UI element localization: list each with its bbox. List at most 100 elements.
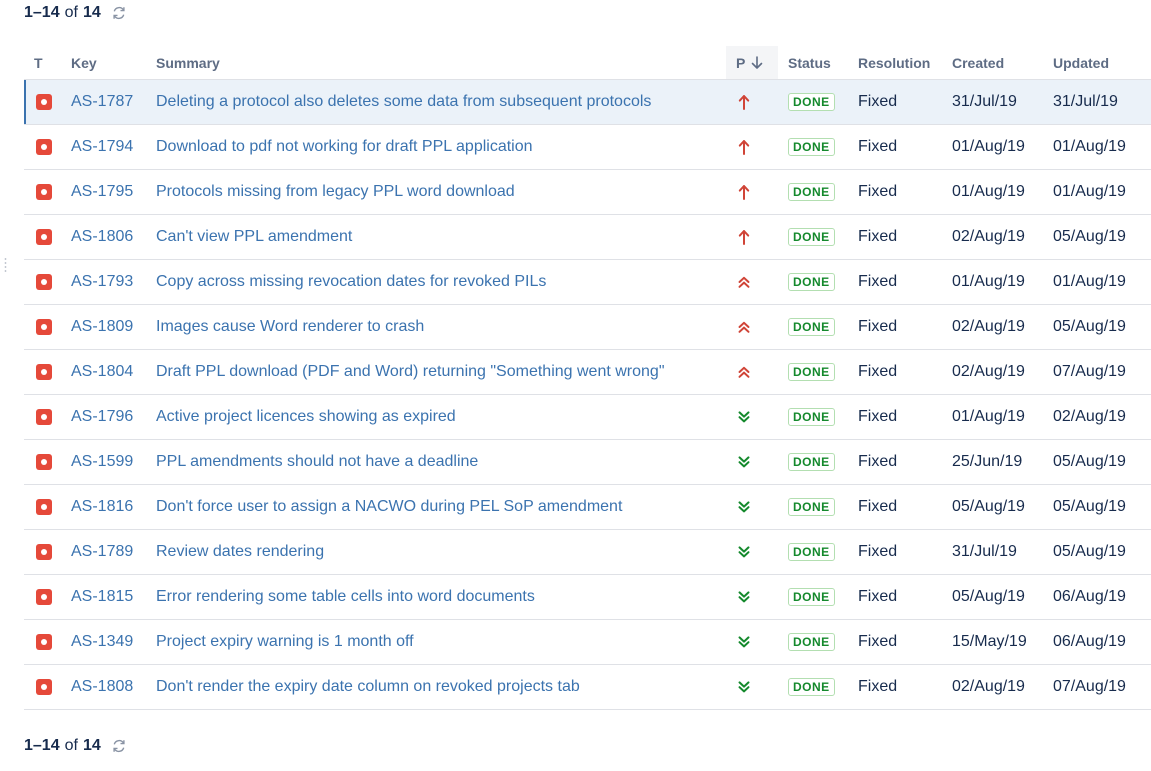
issue-summary-link[interactable]: Can't view PPL amendment — [146, 228, 352, 245]
updated-date: 01/Aug/19 — [1053, 273, 1126, 290]
issue-key-link[interactable]: AS-1789 — [61, 543, 133, 560]
column-header-resolution[interactable]: Resolution — [848, 46, 942, 80]
priority-cell — [726, 79, 778, 125]
issue-key-link[interactable]: AS-1349 — [61, 633, 133, 650]
table-row[interactable]: AS-1796 Active project licences showing a… — [24, 394, 1151, 440]
table-row[interactable]: AS-1599 PPL amendments should not have a … — [24, 439, 1151, 485]
created-date: 31/Jul/19 — [952, 543, 1017, 560]
issue-summary-link[interactable]: Active project licences showing as expir… — [146, 408, 456, 425]
updated-date: 05/Aug/19 — [1053, 498, 1126, 515]
type-cell — [24, 124, 61, 170]
issue-key-link[interactable]: AS-1815 — [61, 588, 133, 605]
status-badge: DONE — [788, 633, 835, 651]
bug-icon — [36, 678, 52, 695]
issue-summary-link[interactable]: Review dates rendering — [146, 543, 324, 560]
column-header-created[interactable]: Created — [942, 46, 1043, 80]
issue-summary-link[interactable]: Copy across missing revocation dates for… — [146, 273, 546, 290]
status-badge: DONE — [788, 228, 835, 246]
table-row[interactable]: AS-1816 Don't force user to assign a NACW… — [24, 484, 1151, 530]
status-badge: DONE — [788, 93, 835, 111]
column-header-type[interactable]: T — [24, 46, 61, 80]
issue-summary-link[interactable]: Draft PPL download (PDF and Word) return… — [146, 363, 665, 380]
issue-summary-link[interactable]: Project expiry warning is 1 month off — [146, 633, 414, 650]
pager-total: 14 — [82, 4, 101, 21]
table-row[interactable]: AS-1795 Protocols missing from legacy PPL… — [24, 169, 1151, 215]
table-row[interactable]: AS-1349 Project expiry warning is 1 month… — [24, 619, 1151, 665]
issue-summary-link[interactable]: Error rendering some table cells into wo… — [146, 588, 535, 605]
issue-key-link[interactable]: AS-1794 — [61, 138, 133, 155]
pager-range: 1–14 — [24, 4, 60, 21]
issue-key-link[interactable]: AS-1795 — [61, 183, 133, 200]
created-date: 02/Aug/19 — [952, 318, 1025, 335]
issue-key-link[interactable]: AS-1809 — [61, 318, 133, 335]
priority-cell — [726, 619, 778, 665]
table-row[interactable]: AS-1815 Error rendering some table cells … — [24, 574, 1151, 620]
table-row[interactable]: AS-1787 Deleting a protocol also deletes … — [24, 79, 1151, 125]
table-row[interactable]: AS-1804 Draft PPL download (PDF and Word)… — [24, 349, 1151, 395]
resolution-text: Fixed — [858, 363, 898, 380]
table-row[interactable]: AS-1809 Images cause Word renderer to cra… — [24, 304, 1151, 350]
issue-summary-link[interactable]: Don't render the expiry date column on r… — [146, 678, 580, 695]
low-double-chevron-icon — [726, 544, 752, 560]
resolution-text: Fixed — [858, 408, 898, 425]
status-badge: DONE — [788, 453, 835, 471]
type-cell — [24, 484, 61, 530]
summary-cell: Deleting a protocol also deletes some da… — [146, 79, 726, 125]
created-date: 31/Jul/19 — [952, 93, 1017, 110]
updated-date: 31/Jul/19 — [1053, 93, 1118, 110]
pager-of: of — [64, 4, 78, 21]
column-resize-grip-icon[interactable] — [4, 257, 7, 273]
table-row[interactable]: AS-1808 Don't render the expiry date colu… — [24, 664, 1151, 710]
resolution-cell: Fixed — [848, 169, 942, 215]
summary-cell: Error rendering some table cells into wo… — [146, 574, 726, 620]
issue-summary-link[interactable]: Protocols missing from legacy PPL word d… — [146, 183, 515, 200]
status-cell: DONE — [778, 214, 848, 260]
updated-cell: 05/Aug/19 — [1043, 529, 1151, 575]
highest-arrow-icon — [726, 139, 752, 155]
issue-key-link[interactable]: AS-1787 — [61, 93, 133, 110]
priority-cell — [726, 574, 778, 620]
status-cell: DONE — [778, 169, 848, 215]
summary-cell: Project expiry warning is 1 month off — [146, 619, 726, 665]
table-row[interactable]: AS-1794 Download to pdf not working for d… — [24, 124, 1151, 170]
issue-key-link[interactable]: AS-1796 — [61, 408, 133, 425]
refresh-icon[interactable] — [111, 5, 127, 21]
created-cell: 01/Aug/19 — [942, 394, 1043, 440]
refresh-icon[interactable] — [111, 738, 127, 754]
issue-key-link[interactable]: AS-1804 — [61, 363, 133, 380]
table-row[interactable]: AS-1789 Review dates rendering DONE Fixed 31… — [24, 529, 1151, 575]
column-header-priority[interactable]: P — [726, 46, 778, 80]
resolution-text: Fixed — [858, 183, 898, 200]
table-row[interactable]: AS-1806 Can't view PPL amendment DONE Fixed… — [24, 214, 1151, 260]
bug-icon — [36, 228, 52, 245]
updated-date: 01/Aug/19 — [1053, 183, 1126, 200]
issue-summary-link[interactable]: PPL amendments should not have a deadlin… — [146, 453, 478, 470]
issue-summary-link[interactable]: Download to pdf not working for draft PP… — [146, 138, 533, 155]
issue-key-link[interactable]: AS-1599 — [61, 453, 133, 470]
issue-summary-link[interactable]: Don't force user to assign a NACWO durin… — [146, 498, 622, 515]
issue-summary-link[interactable]: Deleting a protocol also deletes some da… — [146, 93, 651, 110]
column-header-updated[interactable]: Updated — [1043, 46, 1151, 80]
column-header-status[interactable]: Status — [778, 46, 848, 80]
bug-icon — [36, 363, 52, 380]
column-header-key[interactable]: Key — [61, 46, 146, 80]
issue-key-link[interactable]: AS-1806 — [61, 228, 133, 245]
table-row[interactable]: AS-1793 Copy across missing revocation da… — [24, 259, 1151, 305]
issue-key-link[interactable]: AS-1808 — [61, 678, 133, 695]
created-cell: 02/Aug/19 — [942, 214, 1043, 260]
priority-cell — [726, 349, 778, 395]
created-date: 15/May/19 — [952, 633, 1027, 650]
type-cell — [24, 529, 61, 575]
issue-key-link[interactable]: AS-1816 — [61, 498, 133, 515]
issue-summary-link[interactable]: Images cause Word renderer to crash — [146, 318, 424, 335]
high-double-chevron-icon — [726, 319, 752, 335]
sort-descending-icon[interactable] — [751, 56, 763, 70]
issue-key-link[interactable]: AS-1793 — [61, 273, 133, 290]
column-header-summary[interactable]: Summary — [146, 46, 726, 80]
updated-date: 05/Aug/19 — [1053, 318, 1126, 335]
updated-date: 05/Aug/19 — [1053, 543, 1126, 560]
created-cell: 01/Aug/19 — [942, 124, 1043, 170]
updated-cell: 01/Aug/19 — [1043, 259, 1151, 305]
key-cell: AS-1796 — [61, 394, 146, 440]
updated-cell: 05/Aug/19 — [1043, 304, 1151, 350]
